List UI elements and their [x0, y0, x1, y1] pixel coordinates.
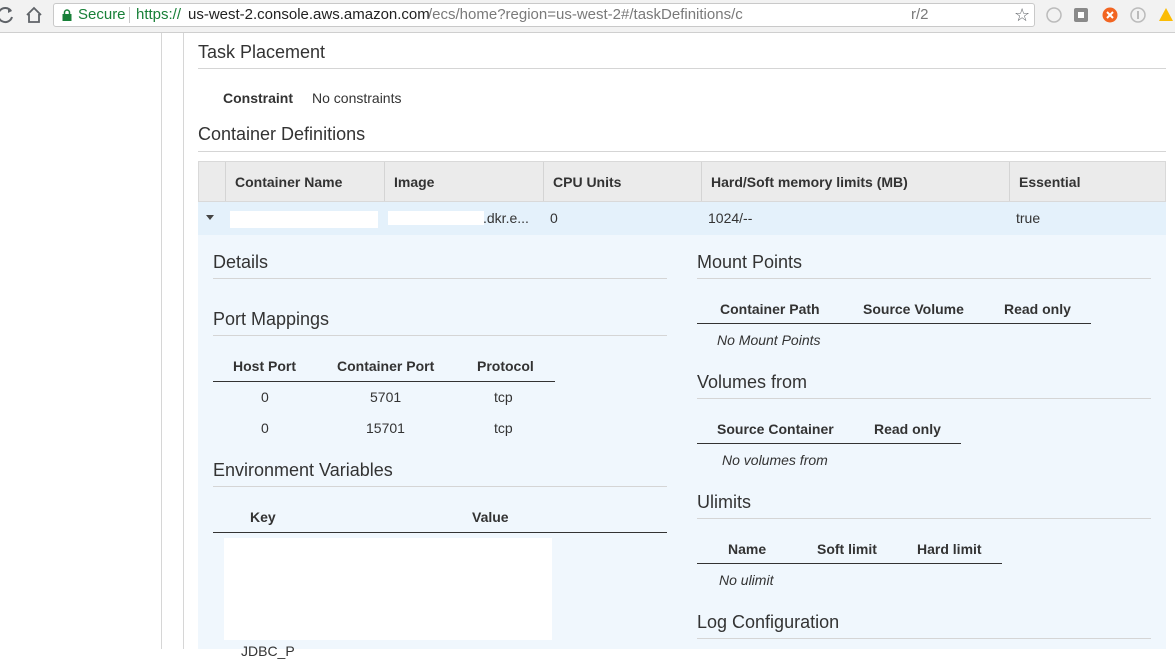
log-configuration-heading: Log Configuration — [697, 612, 840, 632]
extension-icon-4[interactable] — [1130, 7, 1146, 23]
section-divider — [697, 398, 1151, 399]
reload-icon[interactable] — [0, 5, 16, 25]
url-scheme: https:// — [136, 6, 182, 23]
no-ulimit-text: No ulimit — [719, 572, 774, 588]
mount-points-heading: Mount Points — [697, 252, 803, 272]
home-icon[interactable] — [24, 5, 44, 25]
url-separator — [129, 7, 130, 23]
table-header-line — [213, 532, 667, 533]
url-redaction — [790, 8, 918, 22]
section-divider — [213, 486, 667, 487]
url-suffix: r/2 — [911, 6, 929, 23]
constraint-value: No constraints — [312, 90, 402, 106]
container-port-cell: 5701 — [370, 389, 402, 405]
section-divider — [697, 278, 1151, 279]
bookmark-star-icon[interactable]: ☆ — [1014, 4, 1030, 26]
table-header-line — [697, 563, 1002, 564]
column-header-label: Image — [394, 174, 435, 190]
column-header-essential[interactable]: Essential — [1009, 162, 1165, 201]
container-port-header: Container Port — [337, 358, 435, 374]
host-port-header: Host Port — [233, 358, 296, 374]
volumes-from-heading: Volumes from — [697, 372, 808, 392]
section-divider — [198, 151, 1166, 152]
protocol-cell: tcp — [494, 420, 513, 436]
environment-variables-heading: Environment Variables — [213, 460, 393, 480]
container-port-cell: 15701 — [366, 420, 405, 436]
extension-icon-1[interactable] — [1046, 7, 1062, 23]
table-header-line — [697, 443, 961, 444]
cpu-units-cell: 0 — [550, 210, 558, 226]
volumes-read-only-header: Read only — [874, 421, 941, 437]
column-header-cpu-units[interactable]: CPU Units — [543, 162, 701, 201]
section-divider — [198, 68, 1166, 69]
ulimits-heading: Ulimits — [697, 492, 751, 512]
column-header-image[interactable]: Image — [384, 162, 543, 201]
host-port-cell: 0 — [261, 389, 269, 405]
table-header-line — [213, 381, 555, 382]
caret-down-icon[interactable] — [206, 215, 214, 220]
essential-cell: true — [1016, 210, 1041, 226]
section-divider — [697, 638, 1151, 639]
column-header-label: Hard/Soft memory limits (MB) — [711, 174, 908, 190]
secure-label: Secure — [78, 6, 126, 23]
container-table-header: Container Name Image CPU Units Hard/Soft… — [198, 161, 1166, 202]
soft-limit-header: Soft limit — [817, 541, 877, 557]
table-header-line — [697, 323, 1091, 324]
url-path: /ecs/home?region=us-west-2#/taskDefiniti… — [428, 6, 743, 23]
ulimit-name-header: Name — [728, 541, 767, 557]
hard-limit-header: Hard limit — [917, 541, 982, 557]
source-volume-header: Source Volume — [863, 301, 964, 317]
extension-icon-5[interactable] — [1158, 7, 1174, 23]
content-divider — [183, 33, 184, 649]
container-details-panel: Details Port Mappings Host Port Containe… — [198, 235, 1166, 659]
env-key-header: Key — [250, 509, 276, 525]
lock-icon — [62, 9, 72, 21]
column-header-label: Essential — [1019, 174, 1081, 190]
column-header-container-name[interactable]: Container Name — [225, 162, 384, 201]
column-header-label: CPU Units — [553, 174, 622, 190]
section-divider — [697, 518, 1151, 519]
container-path-header: Container Path — [720, 301, 820, 317]
container-definitions-heading: Container Definitions — [198, 124, 366, 144]
extension-icon-2[interactable] — [1073, 7, 1089, 23]
details-heading: Details — [213, 252, 269, 272]
protocol-header: Protocol — [477, 358, 534, 374]
address-bar[interactable]: Secure https:// us-west-2.console.aws.am… — [53, 3, 1035, 27]
redacted-env-values — [224, 538, 552, 640]
port-mappings-heading: Port Mappings — [213, 309, 330, 329]
extension-icon-3[interactable] — [1102, 7, 1118, 23]
no-mount-points-text: No Mount Points — [717, 332, 821, 348]
no-volumes-from-text: No volumes from — [722, 452, 828, 468]
column-header-memory[interactable]: Hard/Soft memory limits (MB) — [701, 162, 1009, 201]
memory-cell: 1024/-- — [708, 210, 753, 226]
sidebar-divider — [161, 33, 162, 649]
task-placement-heading: Task Placement — [198, 42, 326, 62]
protocol-cell: tcp — [494, 389, 513, 405]
host-port-cell: 0 — [261, 420, 269, 436]
constraint-label: Constraint — [223, 90, 293, 106]
url-host: us-west-2.console.aws.amazon.com — [188, 6, 430, 23]
env-key-cell-partial: JDBC_P — [241, 643, 295, 659]
source-container-header: Source Container — [717, 421, 834, 437]
mount-read-only-header: Read only — [1004, 301, 1071, 317]
redacted-container-name — [230, 211, 378, 228]
table-row[interactable]: .dkr.e... 0 1024/-- true — [198, 202, 1166, 235]
section-divider — [213, 278, 667, 279]
section-divider — [213, 335, 667, 336]
env-value-header: Value — [472, 509, 509, 525]
redacted-image-prefix — [388, 211, 484, 225]
column-header-label: Container Name — [235, 174, 343, 190]
image-cell: .dkr.e... — [483, 210, 529, 226]
browser-toolbar: Secure https:// us-west-2.console.aws.am… — [0, 0, 1175, 33]
